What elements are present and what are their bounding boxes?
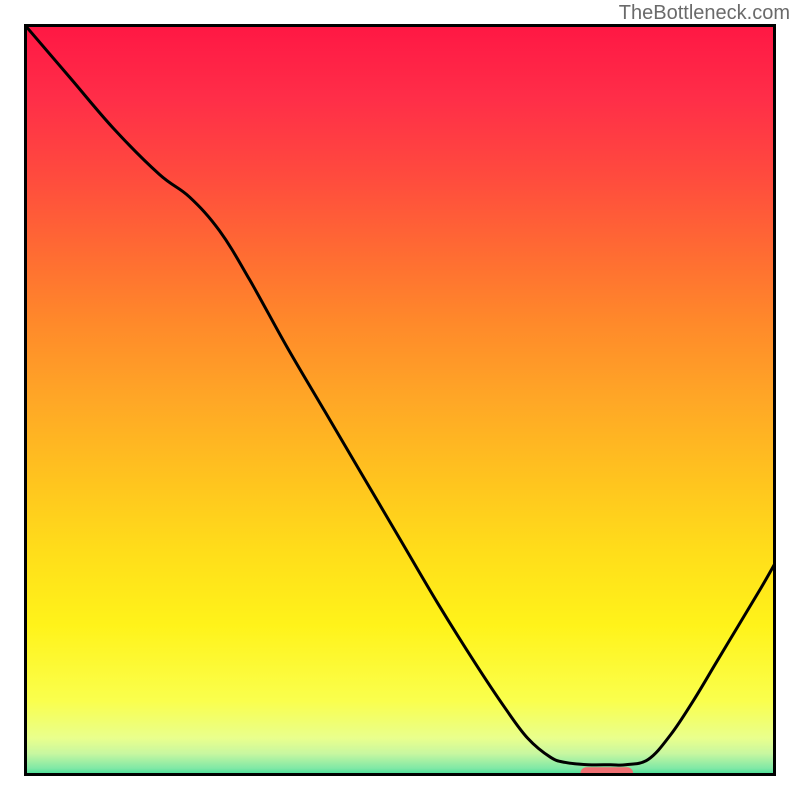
chart-svg bbox=[24, 24, 776, 776]
gradient-background bbox=[24, 24, 776, 776]
watermark-text: TheBottleneck.com bbox=[619, 2, 790, 25]
bottleneck-chart bbox=[24, 24, 776, 776]
